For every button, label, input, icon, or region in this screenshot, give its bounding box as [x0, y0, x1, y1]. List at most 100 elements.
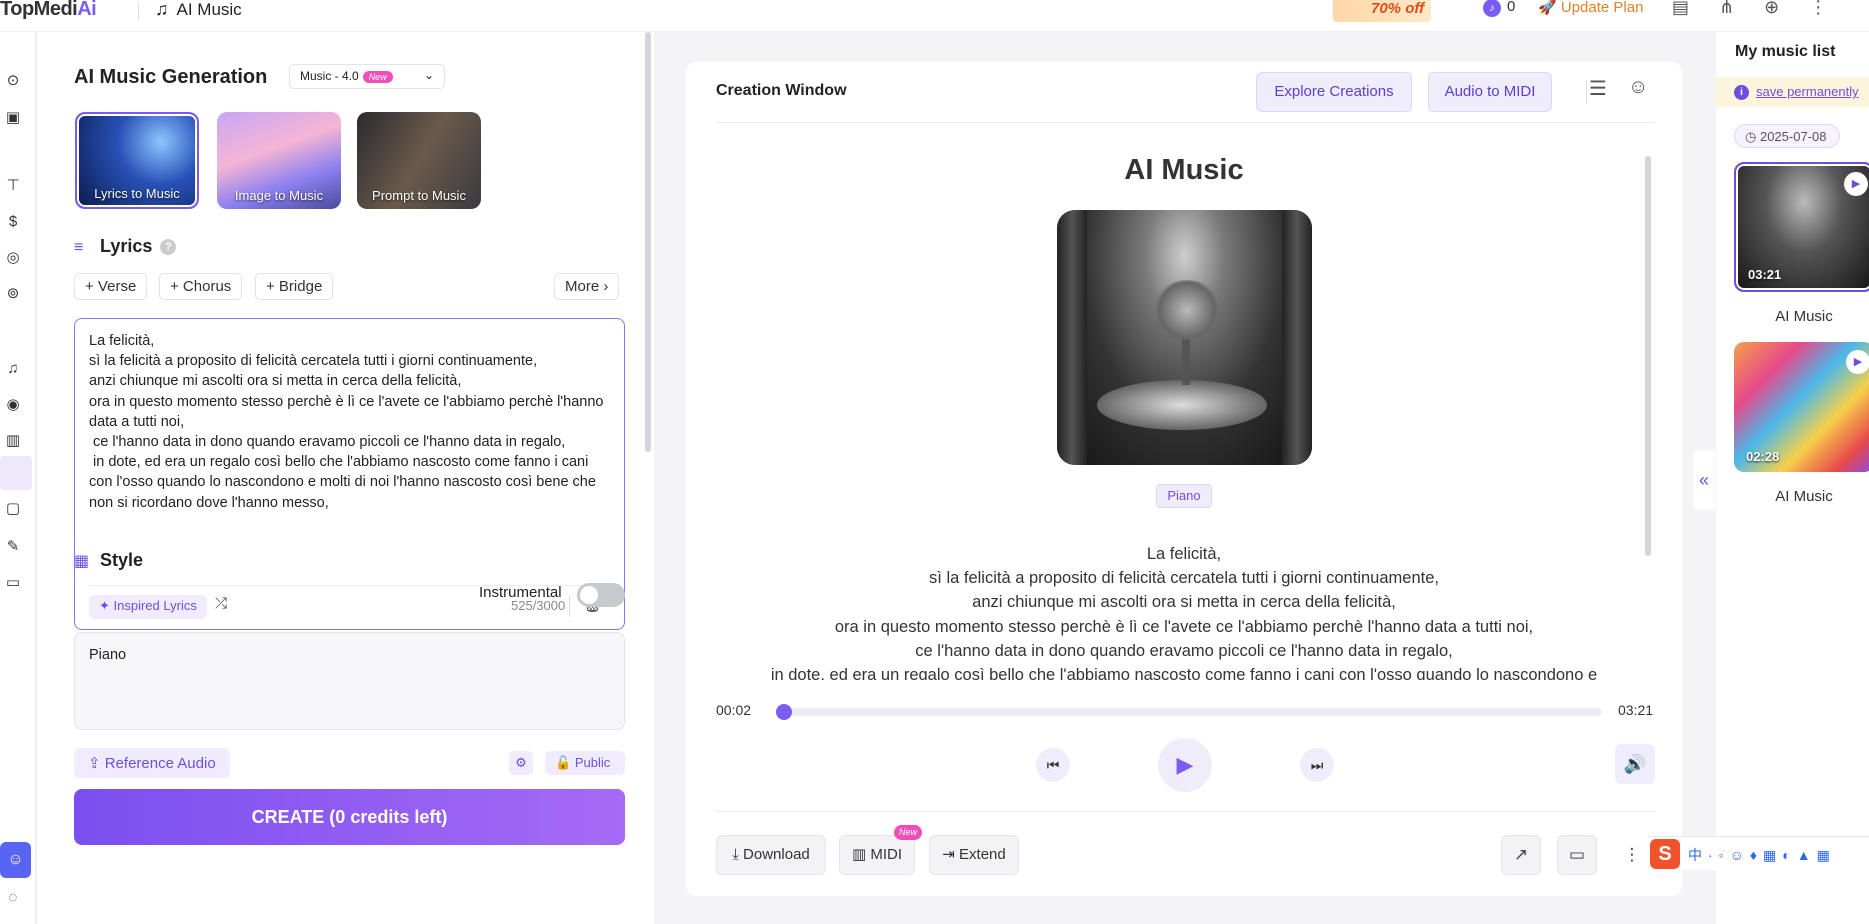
style-tag: Piano	[1156, 484, 1212, 508]
video-icon[interactable]: ⊙	[2, 70, 24, 92]
piano-icon[interactable]: ▥	[2, 430, 24, 452]
promo-text: 70% off	[1371, 0, 1425, 17]
discord-icon[interactable]: ☺	[1628, 76, 1648, 99]
help-icon[interactable]: ?	[160, 239, 177, 256]
lyric-line: anzi chiunque mi ascolti ora si metta in…	[972, 593, 1396, 612]
explore-creations-button[interactable]: Explore Creations	[1256, 72, 1412, 112]
credit-counter[interactable]: ♪ 0	[1483, 0, 1515, 17]
add-chorus-button[interactable]: + Chorus	[159, 273, 243, 300]
chevron-down-icon: ⌄	[423, 68, 434, 82]
create-button[interactable]: CREATE (0 credits left)	[74, 789, 625, 845]
progress-bar[interactable]	[776, 704, 1602, 720]
collapse-icon[interactable]: «	[1693, 450, 1715, 510]
audio-to-midi-button[interactable]: Audio to MIDI	[1428, 72, 1552, 112]
more-icon[interactable]: ⋮	[1612, 835, 1652, 875]
reference-audio-button[interactable]: ⇪ Reference Audio	[74, 748, 230, 778]
midi-label: MIDI	[870, 846, 902, 863]
extend-button[interactable]: ⇥ Extend	[929, 835, 1019, 875]
document-icon[interactable]: ▤	[1672, 0, 1689, 18]
style-heading: ▦ Style	[74, 550, 143, 571]
ime-icons[interactable]: 中·◦☺♦▦◐▲▦	[1688, 845, 1836, 865]
midi-button[interactable]: ▥ MIDI New	[839, 825, 922, 875]
divider	[1586, 80, 1587, 104]
version-label: Music - 4.0	[300, 69, 359, 83]
music-item[interactable]: ▶ 03:21	[1734, 162, 1869, 292]
lyrics-heading-text: Lyrics	[100, 236, 153, 256]
more-label: More	[565, 278, 600, 295]
version-select[interactable]: Music - 4.0 New ⌄	[289, 64, 445, 89]
promo-banner[interactable]: 70% off	[1333, 0, 1431, 22]
disc-icon[interactable]: ◉	[2, 394, 24, 416]
update-plan-label: Update Plan	[1560, 0, 1644, 16]
inspired-lyrics-button[interactable]: ✦ Inspired Lyrics	[89, 595, 207, 619]
ime-logo-icon[interactable]: S	[1650, 839, 1680, 869]
music-item[interactable]: ▶ 02:28	[1734, 342, 1869, 472]
current-time: 00:02	[716, 702, 752, 718]
music-icon[interactable]: ♫	[2, 358, 24, 380]
page-title-text: AI Music	[176, 0, 242, 19]
lyrics-icon: ≡	[74, 239, 84, 256]
share-icon[interactable]: ↗	[1501, 835, 1541, 875]
ai-icon[interactable]: ▢	[2, 498, 24, 520]
brush-icon[interactable]: ✎	[2, 536, 24, 558]
icon-rail: ⊙ ▣ ⊤ $ ◎ ⊚ ♫ ◉ ▥ ▢ ✎ ▭ ☺ ◌	[0, 32, 36, 924]
audio-icon[interactable]: ◎	[2, 247, 24, 269]
info-icon: i	[1734, 85, 1749, 100]
discord-icon[interactable]: ☺	[0, 842, 31, 878]
top-icons: ▤ ⋔ ⊕ ⋮	[1672, 0, 1827, 18]
instrumental-toggle[interactable]	[577, 583, 625, 607]
add-bridge-button[interactable]: + Bridge	[255, 273, 334, 300]
camera-icon[interactable]: ▣	[2, 107, 24, 129]
chat-icon[interactable]: ◌	[2, 887, 24, 909]
public-button[interactable]: 🔓 Public	[545, 751, 625, 775]
text-to-speech-icon[interactable]: ⊤	[2, 175, 24, 197]
lyrics-scrollbar[interactable]	[1645, 156, 1651, 556]
download-button[interactable]: ⤓ Download	[716, 835, 826, 875]
volume-icon[interactable]: 🔊	[1615, 744, 1655, 784]
folder-icon[interactable]: ▭	[2, 572, 24, 594]
progress-handle[interactable]	[776, 704, 793, 720]
save-notice: i save permanently	[1716, 77, 1869, 107]
globe-icon[interactable]: ⊕	[1764, 0, 1779, 18]
style-input[interactable]: Piano	[74, 632, 625, 730]
scrollbar[interactable]	[645, 32, 651, 452]
clock-icon: ◷	[1745, 129, 1760, 144]
logo[interactable]: TopMediAi	[0, 0, 97, 21]
chevron-right-icon: ›	[603, 278, 609, 295]
more-button[interactable]: More ›	[554, 273, 620, 300]
download-icon: ⤓	[732, 846, 744, 863]
mode-label: Lyrics to Music	[94, 186, 180, 201]
lyrics-text[interactable]: La felicità, sì la felicità a proposito …	[89, 331, 613, 513]
comment-icon[interactable]: ▭	[1557, 835, 1597, 875]
divider	[716, 122, 1655, 123]
voice-icon[interactable]: $	[2, 211, 24, 233]
mode-label: Prompt to Music	[372, 188, 466, 203]
reference-audio-label: Reference Audio	[104, 755, 216, 772]
shuffle-icon[interactable]: ⤮	[215, 595, 227, 612]
list-check-icon[interactable]: ☰	[1589, 76, 1607, 101]
mode-image-to-music[interactable]: Image to Music	[217, 112, 341, 209]
update-plan-button[interactable]: 🚀 Update Plan	[1538, 0, 1643, 16]
style-text[interactable]: Piano	[89, 647, 126, 663]
lyric-line: sì la felicità a proposito di felicità c…	[929, 569, 1439, 588]
play-icon[interactable]: ▶	[1846, 350, 1869, 374]
play-icon[interactable]: ▶	[1158, 738, 1212, 792]
save-permanently-link[interactable]: save permanently	[1756, 84, 1859, 99]
gear-icon[interactable]: ⚙	[509, 751, 533, 775]
album-cover	[1057, 210, 1312, 465]
next-icon[interactable]: ⏭	[1300, 748, 1334, 782]
date-label: 2025-07-08	[1759, 129, 1827, 144]
top-bar: TopMediAi ♫ AI Music 70% off ♪ 0 🚀 Update …	[0, 0, 1869, 32]
panel-title: AI Music Generation	[74, 66, 268, 88]
play-icon[interactable]: ▶	[1844, 172, 1868, 196]
voice-clone-icon[interactable]: ⊚	[2, 283, 24, 305]
add-verse-button[interactable]: + Verse	[74, 273, 148, 300]
previous-icon[interactable]: ⏮	[1036, 748, 1070, 782]
extend-icon: ⇥	[942, 846, 960, 863]
mode-lyrics-to-music[interactable]: Lyrics to Music	[75, 112, 199, 209]
grid-icon[interactable]: ⋮	[1809, 0, 1827, 18]
network-icon[interactable]: ⋔	[1719, 0, 1734, 18]
download-label: Download	[743, 846, 810, 863]
mode-prompt-to-music[interactable]: Prompt to Music	[357, 112, 481, 209]
duration: 03:21	[1748, 267, 1782, 282]
